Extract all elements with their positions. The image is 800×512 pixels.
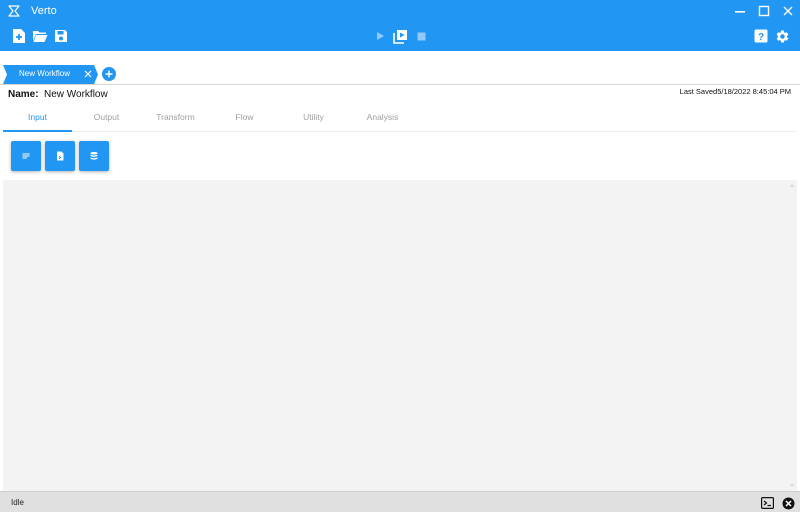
- close-icon: [783, 6, 793, 15]
- add-workflow-button[interactable]: [102, 67, 116, 81]
- settings-button[interactable]: [773, 27, 791, 45]
- plus-icon: [105, 70, 113, 78]
- terminal-icon: [760, 497, 774, 509]
- last-saved-label: Last Saved: [679, 87, 718, 96]
- cancel-icon: [782, 497, 794, 509]
- node-palette: [3, 133, 797, 180]
- text-input-node-button[interactable]: [11, 141, 41, 171]
- help-button[interactable]: ?: [752, 27, 770, 45]
- status-bar: Idle: [0, 491, 800, 512]
- app-logo-icon: [5, 2, 23, 20]
- new-workflow-button[interactable]: [10, 27, 28, 45]
- stop-icon: [417, 32, 425, 40]
- run-button[interactable]: [371, 27, 389, 45]
- step-run-button[interactable]: [391, 27, 409, 45]
- scroll-down-icon[interactable]: [789, 482, 795, 488]
- workflow-canvas[interactable]: [3, 180, 797, 491]
- minimize-button[interactable]: [728, 0, 752, 21]
- status-text: Idle: [11, 498, 24, 507]
- workflow-tab[interactable]: New Workflow: [3, 65, 98, 84]
- tab-utility[interactable]: Utility: [279, 106, 348, 132]
- open-workflow-button[interactable]: [31, 27, 49, 45]
- maximize-button[interactable]: [752, 0, 776, 21]
- workflow-name-value[interactable]: New Workflow: [44, 89, 108, 100]
- file-input-icon: [57, 151, 64, 161]
- tab-analysis[interactable]: Analysis: [348, 106, 417, 132]
- last-saved-value: 5/18/2022 8:45:04 PM: [717, 87, 791, 96]
- workflow-tab-label: New Workflow: [19, 69, 70, 78]
- tab-output[interactable]: Output: [72, 106, 141, 132]
- new-file-icon: [13, 29, 25, 43]
- scroll-up-icon[interactable]: [789, 183, 795, 189]
- text-input-icon: [22, 153, 30, 159]
- window-controls: [728, 0, 800, 21]
- database-input-node-button[interactable]: [79, 141, 109, 171]
- database-input-icon: [90, 151, 98, 160]
- close-icon: [84, 70, 92, 78]
- gear-icon: [776, 30, 788, 42]
- name-label: Name:: [8, 89, 39, 100]
- play-icon: [377, 32, 384, 40]
- stop-button[interactable]: [412, 27, 430, 45]
- workflow-tab-strip: New Workflow: [0, 51, 800, 85]
- minimize-icon: [735, 10, 745, 13]
- tab-input[interactable]: Input: [3, 106, 72, 132]
- category-tabs: Input Output Transform Flow Utility Anal…: [3, 106, 797, 132]
- tab-flow[interactable]: Flow: [210, 106, 279, 132]
- step-run-icon: [392, 29, 407, 44]
- open-folder-icon: [33, 31, 48, 42]
- save-icon: [55, 30, 67, 42]
- last-saved: Last Saved5/18/2022 8:45:04 PM: [680, 87, 791, 96]
- maximize-icon: [758, 5, 770, 16]
- app-window: Verto ? New Workflow Name: New Workflow …: [0, 0, 800, 512]
- tab-transform[interactable]: Transform: [141, 106, 210, 132]
- main-toolbar: ?: [0, 21, 800, 51]
- file-input-node-button[interactable]: [45, 141, 75, 171]
- cancel-button[interactable]: [781, 496, 795, 510]
- workflow-tab-close-button[interactable]: [83, 69, 93, 79]
- close-window-button[interactable]: [776, 0, 800, 21]
- help-icon: ?: [754, 29, 768, 43]
- console-button[interactable]: [760, 496, 774, 510]
- vertical-scrollbar[interactable]: [787, 180, 797, 491]
- workflow-name-row: Name: New Workflow Last Saved5/18/2022 8…: [0, 86, 800, 106]
- title-bar: Verto: [0, 0, 800, 21]
- app-title: Verto: [31, 4, 57, 17]
- save-workflow-button[interactable]: [52, 27, 70, 45]
- svg-text:?: ?: [758, 32, 764, 43]
